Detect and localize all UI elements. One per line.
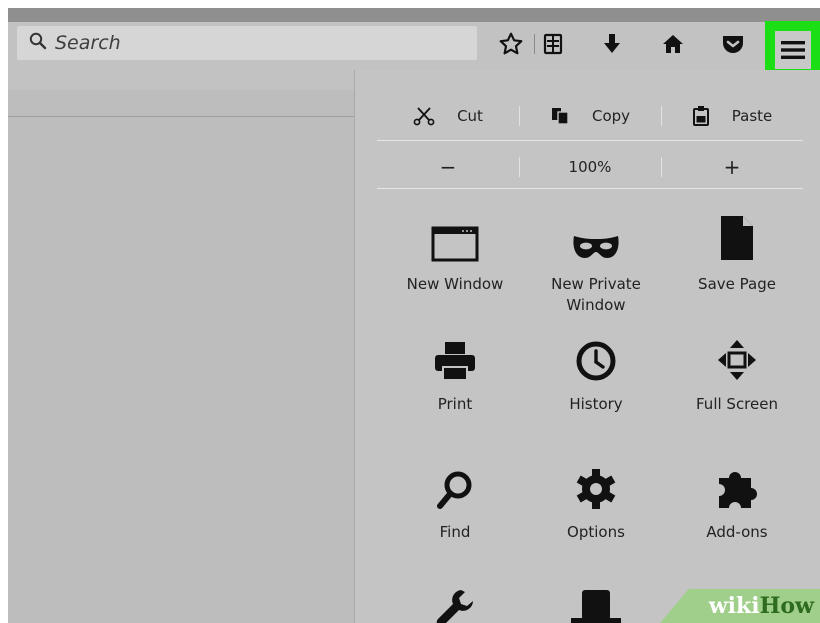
scissors-icon bbox=[413, 106, 435, 126]
find-button[interactable]: Find bbox=[382, 460, 528, 543]
gear-icon bbox=[523, 460, 669, 510]
puzzle-icon bbox=[664, 460, 810, 510]
star-icon[interactable] bbox=[497, 30, 525, 58]
content-divider bbox=[8, 116, 354, 117]
fullscreen-icon bbox=[664, 332, 810, 382]
options-button[interactable]: Options bbox=[523, 460, 669, 543]
hamburger-icon bbox=[774, 31, 811, 69]
print-button[interactable]: Print bbox=[382, 332, 528, 415]
find-label: Find bbox=[439, 523, 471, 541]
add-ons-button[interactable]: Add-ons bbox=[664, 460, 810, 543]
browser-frame: Search Cut Copy Paste − 100% + New Windo… bbox=[8, 8, 820, 623]
wrench-icon bbox=[382, 580, 528, 623]
printer-icon bbox=[382, 332, 528, 382]
zoom-out-button[interactable]: − bbox=[377, 147, 519, 187]
add-ons-label: Add-ons bbox=[706, 523, 768, 541]
full-screen-button[interactable]: Full Screen bbox=[664, 332, 810, 415]
paste-icon bbox=[692, 105, 710, 127]
home-icon[interactable] bbox=[659, 30, 687, 58]
app-menu-panel: Cut Copy Paste − 100% + New Window New P… bbox=[354, 70, 820, 623]
download-icon[interactable] bbox=[598, 30, 626, 58]
search-placeholder: Search bbox=[55, 32, 121, 54]
new-window-label: New Window bbox=[406, 275, 504, 293]
watermark-part2: How bbox=[759, 593, 814, 619]
cut-button[interactable]: Cut bbox=[377, 96, 519, 136]
zoom-out-label: − bbox=[439, 155, 457, 179]
divider bbox=[377, 188, 803, 189]
history-label: History bbox=[569, 395, 623, 413]
zoom-level: 100% bbox=[568, 158, 612, 176]
zoom-controls: − 100% + bbox=[377, 147, 803, 187]
window-icon bbox=[382, 212, 528, 262]
search-input[interactable]: Search bbox=[17, 26, 477, 60]
save-page-label: Save Page bbox=[698, 275, 776, 293]
mask-icon bbox=[523, 212, 669, 262]
copy-label: Copy bbox=[591, 107, 631, 125]
paste-button[interactable]: Paste bbox=[661, 96, 803, 136]
edit-controls: Cut Copy Paste bbox=[377, 96, 803, 136]
paste-label: Paste bbox=[731, 107, 773, 125]
clock-icon bbox=[523, 332, 669, 382]
hat-icon bbox=[523, 580, 669, 623]
pocket-icon[interactable] bbox=[719, 30, 747, 58]
customize-button[interactable] bbox=[523, 580, 669, 623]
title-bar bbox=[8, 8, 820, 22]
new-window-button[interactable]: New Window bbox=[382, 212, 528, 295]
watermark-part1: wiki bbox=[708, 593, 760, 619]
magnifier-icon bbox=[382, 460, 528, 510]
copy-icon bbox=[550, 106, 570, 126]
save-page-button[interactable]: Save Page bbox=[664, 212, 810, 295]
zoom-reset-button[interactable]: 100% bbox=[519, 147, 661, 187]
cut-label: Cut bbox=[457, 107, 483, 125]
new-private-window-button[interactable]: New Private Window bbox=[523, 212, 669, 316]
copy-button[interactable]: Copy bbox=[519, 96, 661, 136]
history-button[interactable]: History bbox=[523, 332, 669, 415]
developer-button[interactable] bbox=[382, 580, 528, 623]
print-label: Print bbox=[437, 395, 473, 413]
options-label: Options bbox=[567, 523, 625, 541]
toolbar-separator bbox=[534, 34, 535, 54]
page-icon bbox=[664, 212, 810, 262]
zoom-in-label: + bbox=[723, 155, 741, 179]
reading-list-icon[interactable] bbox=[539, 30, 567, 58]
new-private-window-label: New Private Window bbox=[551, 275, 641, 314]
divider bbox=[377, 140, 803, 141]
zoom-in-button[interactable]: + bbox=[661, 147, 803, 187]
magnifier-icon bbox=[29, 32, 47, 54]
full-screen-label: Full Screen bbox=[696, 395, 778, 413]
